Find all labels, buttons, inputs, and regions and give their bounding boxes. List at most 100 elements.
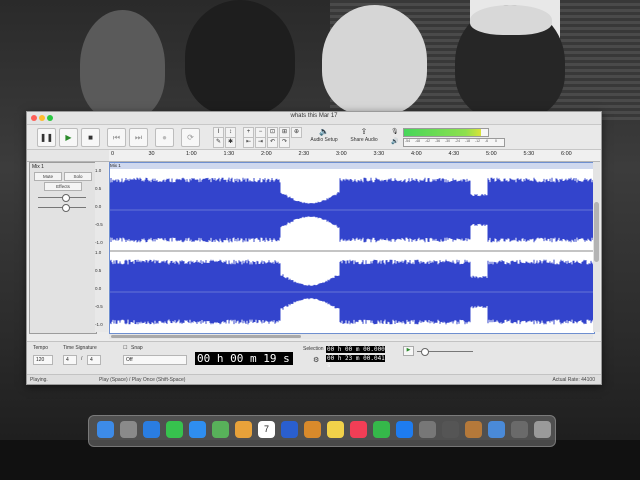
selection-label: Selection	[303, 346, 324, 352]
ruler-tick-label: 5:30	[523, 151, 535, 157]
messages-icon[interactable]	[166, 421, 183, 438]
scale-label: 0.0	[95, 204, 102, 209]
app-icon-3[interactable]	[511, 421, 528, 438]
scale-label: -0.5	[95, 304, 103, 309]
recording-meter[interactable]	[403, 128, 489, 137]
pan-slider[interactable]	[38, 204, 86, 212]
app-icon[interactable]	[304, 421, 321, 438]
wallpaper-person-2	[185, 0, 295, 115]
gain-slider-thumb[interactable]	[62, 194, 70, 202]
tempo-input[interactable]: 120	[33, 355, 53, 365]
photos-icon[interactable]	[235, 421, 252, 438]
recording-meter-level	[404, 129, 482, 136]
solo-button[interactable]: Solo	[64, 172, 92, 181]
redo-icon[interactable]: ↷	[279, 137, 290, 148]
preview-icon[interactable]	[488, 421, 505, 438]
selection-toolbar: Tempo 120 Time Signature 4 / 4 ☐ Snap Of…	[27, 341, 601, 374]
playback-meter[interactable]: -54 -48 -42 -36 -30 -24 -18 -12 -6 0	[403, 138, 505, 147]
amplitude-scale: 1.0 0.5 0.0 -0.5 -1.0 1.0 0.5 0.0 -0.5 -1.0	[95, 162, 108, 332]
playback-meter-icon[interactable]: 🔊	[391, 138, 398, 145]
audio-position-display[interactable]: 00 h 00 m 19 s	[195, 352, 293, 365]
title-bar[interactable]: whats this Mar 17	[27, 112, 601, 125]
ruler-tick-label: 6:00	[561, 151, 572, 157]
wallpaper-person-4-hat	[470, 5, 552, 35]
scale-label: -1.0	[95, 240, 103, 245]
selection-end-display[interactable]: 00 h 23 m 00.041 s	[326, 355, 385, 369]
meter-tick: -24	[455, 139, 461, 143]
snap-checkbox[interactable]: ☐	[123, 345, 127, 351]
guitar-icon[interactable]	[465, 421, 482, 438]
timeline-ruler[interactable]: 0 30 1:00 1:30 2:00 2:30 3:00 3:30 4:00 4:30 5:00 5…	[109, 150, 600, 162]
safari-icon[interactable]	[143, 421, 160, 438]
audio-track[interactable]: Mix 1	[109, 162, 595, 334]
snap-select[interactable]: Off	[123, 355, 187, 365]
finder-icon[interactable]	[97, 421, 114, 438]
settings-icon[interactable]	[419, 421, 436, 438]
ruler-left-spacer	[27, 150, 109, 162]
share-audio-label: Share Audio	[350, 137, 378, 143]
trash-icon[interactable]	[534, 421, 551, 438]
stop-button[interactable]: ■	[81, 128, 100, 147]
share-icon: ⇪	[360, 127, 368, 136]
scale-label: 0.5	[95, 268, 102, 273]
share-audio-button[interactable]: ⇪ Share Audio	[347, 127, 381, 147]
skip-to-start-button[interactable]: ⏮	[107, 128, 126, 147]
skip-to-end-button[interactable]: ⏭	[129, 128, 148, 147]
ruler-tick-label: 1:30	[223, 151, 235, 157]
notes-icon[interactable]	[327, 421, 344, 438]
audacity-window: whats this Mar 17 ❚❚ ▶ ■ ⏮ ⏭ ● ⟳ I ↕ ✎ ✱…	[26, 111, 602, 385]
loop-button[interactable]: ⟳	[181, 128, 200, 147]
zoom-toggle-icon[interactable]: ⊕	[291, 127, 302, 138]
app-icon-2[interactable]	[442, 421, 459, 438]
calendar-icon[interactable]: 7	[258, 421, 275, 438]
selection-settings-icon[interactable]: ⚙	[313, 356, 319, 364]
play-button[interactable]: ▶	[59, 128, 78, 147]
vertical-scroll-thumb[interactable]	[594, 202, 599, 262]
undo-icon[interactable]: ↶	[267, 137, 278, 148]
ruler-tick-label: 2:30	[298, 151, 310, 157]
play-speed-thumb[interactable]	[421, 348, 429, 356]
record-button[interactable]: ●	[155, 128, 174, 147]
meter-tick: -30	[445, 139, 451, 143]
silence-icon[interactable]: ⇥	[255, 137, 266, 148]
horizontal-scrollbar[interactable]	[109, 334, 593, 339]
play-at-speed-button[interactable]: ▶	[403, 346, 414, 356]
vertical-scrollbar[interactable]	[593, 162, 600, 332]
launchpad-icon[interactable]	[120, 421, 137, 438]
waveform[interactable]	[110, 169, 594, 333]
gain-slider[interactable]	[38, 194, 86, 202]
audacity-icon[interactable]	[281, 421, 298, 438]
app-store-icon[interactable]	[396, 421, 413, 438]
trim-icon[interactable]: ⇤	[243, 137, 254, 148]
scale-label: 0.5	[95, 186, 102, 191]
pause-button[interactable]: ❚❚	[37, 128, 56, 147]
music-icon[interactable]	[350, 421, 367, 438]
record-meter-icon[interactable]: 🎙	[391, 128, 399, 135]
tempo-label: Tempo	[33, 345, 49, 351]
ruler-tick-label: 0	[111, 151, 115, 157]
draw-tool-icon[interactable]: ✎	[213, 137, 224, 148]
horizontal-scroll-thumb[interactable]	[111, 335, 301, 338]
mail-icon[interactable]	[189, 421, 206, 438]
track-name[interactable]: Mix 1	[32, 164, 44, 170]
time-signature-top-input[interactable]: 4	[63, 355, 77, 365]
status-left: Playing.	[30, 377, 48, 383]
selection-start-display[interactable]: 00 h 00 m 00.000 s	[326, 346, 385, 360]
play-speed-slider[interactable]	[417, 348, 473, 356]
speaker-icon: 🔈	[319, 127, 329, 136]
window-title: whats this Mar 17	[290, 113, 338, 119]
mute-button[interactable]: Mute	[34, 172, 62, 181]
multi-tool-icon[interactable]: ✱	[225, 137, 236, 148]
maps-icon[interactable]	[212, 421, 229, 438]
numbers-icon[interactable]	[373, 421, 390, 438]
scale-label: 1.0	[95, 250, 102, 255]
time-signature-bottom-input[interactable]: 4	[87, 355, 101, 365]
ruler-tick-label: 30	[148, 151, 155, 157]
audio-setup-label: Audio Setup	[310, 137, 338, 143]
pan-slider-thumb[interactable]	[62, 204, 70, 212]
audio-setup-button[interactable]: 🔈 Audio Setup	[307, 127, 341, 147]
meter-tick: -18	[465, 139, 471, 143]
scale-label: 0.0	[95, 286, 102, 291]
time-signature-slash: /	[81, 356, 83, 362]
effects-button[interactable]: Effects	[44, 182, 82, 191]
